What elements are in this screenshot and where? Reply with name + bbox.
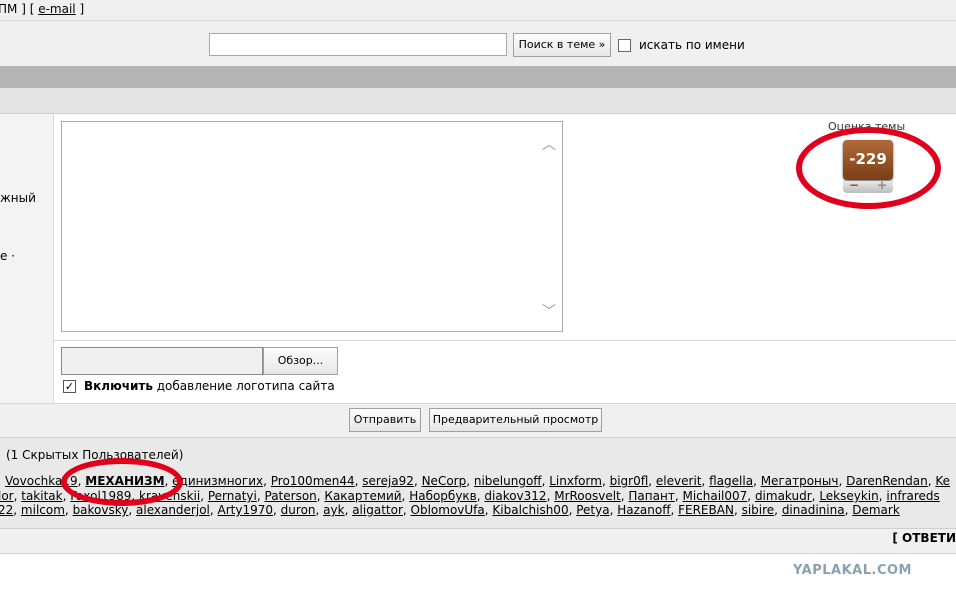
reader-separator: , [747, 489, 755, 503]
reader-username-link[interactable]: infrareds [886, 489, 939, 503]
reader-username-link[interactable]: единизмногих [172, 474, 263, 488]
reader-username-link[interactable]: Petya [576, 503, 609, 517]
logo-label: Включить добавление логотипа сайта [84, 379, 335, 393]
search-row: Поиск в теме » искать по имени [0, 20, 956, 67]
reply-link[interactable]: [ ОТВЕТИ [892, 531, 956, 545]
reader-username-link[interactable]: ayk [323, 503, 344, 517]
section-header-bar [0, 66, 956, 88]
section-subheader-bar [0, 88, 956, 114]
reader-username-link[interactable]: Pernatyi [208, 489, 257, 503]
reader-username-link[interactable]: Мегатроныч [761, 474, 839, 488]
scroll-up-icon[interactable]: ︿ [542, 134, 556, 154]
reader-username-link[interactable]: NeCorp [422, 474, 467, 488]
logo-label-bold: Включить [84, 379, 153, 393]
reader-separator: , [670, 503, 679, 517]
reader-separator: , [466, 474, 474, 488]
username-highlight-circle [61, 458, 183, 506]
scroll-down-icon[interactable]: ﹀ [542, 301, 556, 321]
top-links-pm[interactable]: ПМ ] [ [0, 2, 34, 16]
reader-separator: , [838, 474, 847, 488]
reader-separator: , [733, 503, 742, 517]
reader-separator: , [209, 503, 218, 517]
search-by-name-checkbox[interactable] [618, 39, 631, 52]
reader-username-link[interactable]: flagella [709, 474, 753, 488]
reader-separator: , [402, 503, 411, 517]
reader-separator: , [648, 474, 656, 488]
logo-label-rest: добавление логотипа сайта [152, 379, 335, 393]
send-button[interactable]: Отправить [349, 408, 421, 432]
reader-username-link[interactable]: sereja92 [362, 474, 414, 488]
reader-separator: , [413, 474, 422, 488]
left-label-1: жный [0, 191, 36, 205]
reader-username-link[interactable]: Linxform [549, 474, 602, 488]
reader-username-link[interactable]: Michail007 [682, 489, 747, 503]
reply-bar [0, 528, 956, 554]
site-watermark: YAPLAKAL.COM [793, 563, 912, 578]
reader-username-link[interactable]: FEREBAN [678, 503, 734, 517]
email-link[interactable]: e-mail [38, 2, 75, 16]
reader-username-link[interactable]: Ke [935, 474, 950, 488]
reader-separator: , [13, 503, 21, 517]
reader-username-link[interactable]: Какартемий [324, 489, 401, 503]
reader-username-link[interactable]: takitak [21, 489, 62, 503]
reader-username-link[interactable]: aligattor [352, 503, 403, 517]
logo-checkbox[interactable]: ✓ [63, 380, 76, 393]
reader-username-link[interactable]: bigr0fl [610, 474, 649, 488]
reader-username-link[interactable]: OblomovUfa [411, 503, 485, 517]
reader-separator: , [601, 474, 610, 488]
reader-username-link[interactable]: Наборбукв [409, 489, 477, 503]
reader-username-link[interactable]: Arty1970 [218, 503, 274, 517]
reader-username-link[interactable]: dinadinina [782, 503, 845, 517]
message-textarea[interactable]: ︿ ﹀ [61, 121, 563, 332]
reader-username-link[interactable]: Pro100men44 [271, 474, 355, 488]
reader-separator: , [273, 503, 281, 517]
reader-separator: , [701, 474, 710, 488]
reader-username-link[interactable]: DarenRendan [846, 474, 928, 488]
top-links-bar: ПМ ] [ e-mail ] [0, 0, 956, 20]
reader-separator: , [64, 503, 73, 517]
search-input[interactable] [209, 33, 507, 56]
reader-username-link[interactable]: lor [0, 489, 14, 503]
reader-username-link[interactable]: duron [281, 503, 316, 517]
reader-username-link[interactable]: nibelungoff [474, 474, 542, 488]
reader-username-link[interactable]: Paterson [265, 489, 317, 503]
reader-username-link[interactable]: 22 [0, 503, 13, 517]
reader-separator: , [256, 489, 265, 503]
reader-username-link[interactable]: eleverit [656, 474, 702, 488]
rating-highlight-circle [796, 127, 941, 209]
reader-separator: , [774, 503, 782, 517]
reader-username-link[interactable]: dimakudr [755, 489, 812, 503]
reader-separator: , [200, 489, 208, 503]
reader-username-link[interactable]: sibire [742, 503, 775, 517]
reader-username-link[interactable]: milcom [21, 503, 65, 517]
reader-username-link[interactable]: Hazanoff [617, 503, 670, 517]
reader-username-link[interactable]: MrRoosvelt [554, 489, 621, 503]
search-by-name-label: искать по имени [639, 38, 745, 52]
left-label-2[interactable]: е · [0, 249, 15, 263]
reader-username-link[interactable]: Lekseykin [819, 489, 878, 503]
browse-button[interactable]: Обзор... [263, 347, 338, 375]
reader-separator: , [753, 474, 761, 488]
reader-username-link[interactable]: Папант [628, 489, 674, 503]
left-label-column: жный е · [0, 114, 54, 403]
top-links-end: ] [79, 2, 85, 16]
top-links: ПМ ] [ e-mail ] [0, 2, 84, 16]
reader-username-link[interactable]: diakov312 [484, 489, 546, 503]
reader-username-link[interactable]: alexanderjol [136, 503, 210, 517]
file-path-input[interactable] [61, 347, 263, 375]
reader-separator: , [315, 503, 324, 517]
preview-button[interactable]: Предварительный просмотр [429, 408, 602, 432]
reader-separator: , [263, 474, 271, 488]
reader-username-link[interactable]: Demark [852, 503, 900, 517]
reader-username-link[interactable]: Kibalchish00 [492, 503, 568, 517]
search-in-topic-button[interactable]: Поиск в теме » [513, 33, 611, 57]
